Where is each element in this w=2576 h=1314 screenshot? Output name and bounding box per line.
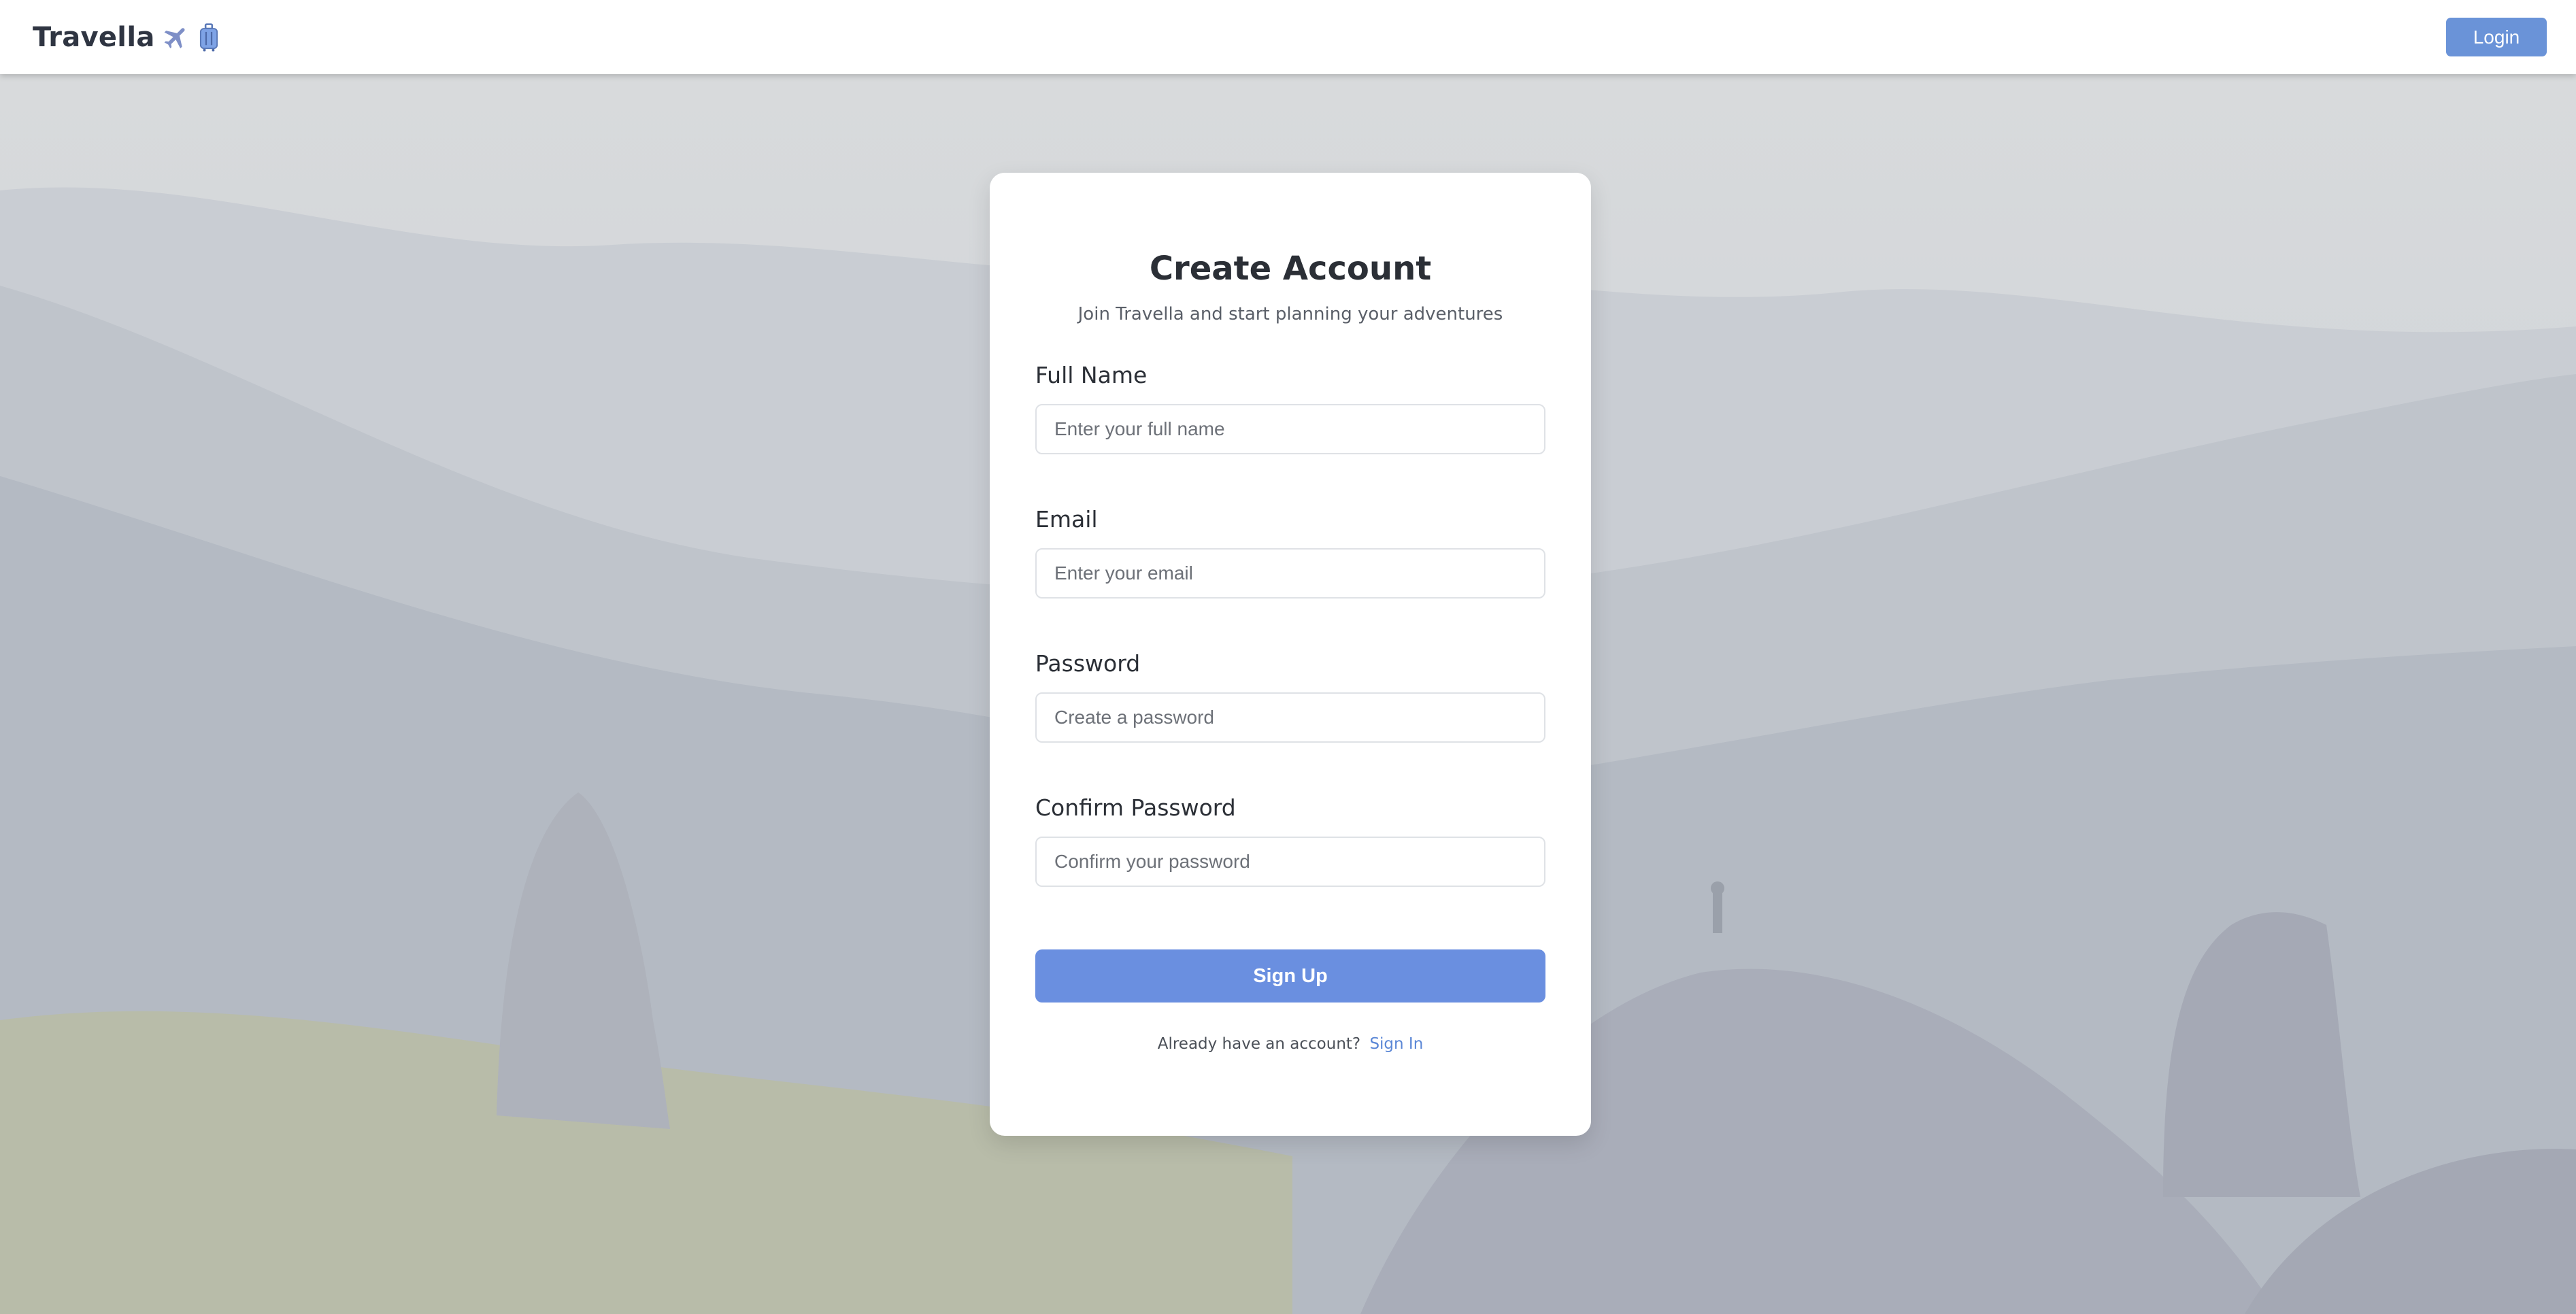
- confirm-password-input[interactable]: [1035, 837, 1545, 887]
- top-navbar: Travella Login: [0, 0, 2576, 74]
- signin-prompt: Already have an account? Sign In: [1035, 1035, 1545, 1053]
- luggage-icon: [197, 22, 220, 52]
- email-group: Email: [1035, 505, 1545, 599]
- full-name-label: Full Name: [1035, 362, 1148, 388]
- password-group: Password: [1035, 649, 1545, 743]
- brand-name: Travella: [33, 21, 155, 53]
- password-label: Password: [1035, 650, 1141, 677]
- confirm-password-group: Confirm Password: [1035, 793, 1545, 887]
- sign-up-button[interactable]: Sign Up: [1035, 949, 1545, 1003]
- brand-logo[interactable]: Travella: [33, 22, 220, 53]
- signup-card: Create Account Join Travella and start p…: [990, 173, 1591, 1136]
- confirm-password-label: Confirm Password: [1035, 794, 1236, 821]
- signin-prompt-text: Already have an account?: [1157, 1035, 1361, 1053]
- full-name-input[interactable]: [1035, 404, 1545, 454]
- page-subtitle: Join Travella and start planning your ad…: [1077, 304, 1503, 324]
- full-name-group: Full Name: [1035, 360, 1545, 454]
- email-label: Email: [1035, 506, 1098, 533]
- sign-in-link[interactable]: Sign In: [1369, 1035, 1423, 1053]
- login-button[interactable]: Login: [2446, 18, 2547, 56]
- page-title: Create Account: [1149, 250, 1432, 288]
- password-input[interactable]: [1035, 692, 1545, 743]
- email-input[interactable]: [1035, 548, 1545, 599]
- airplane-icon: [162, 23, 190, 52]
